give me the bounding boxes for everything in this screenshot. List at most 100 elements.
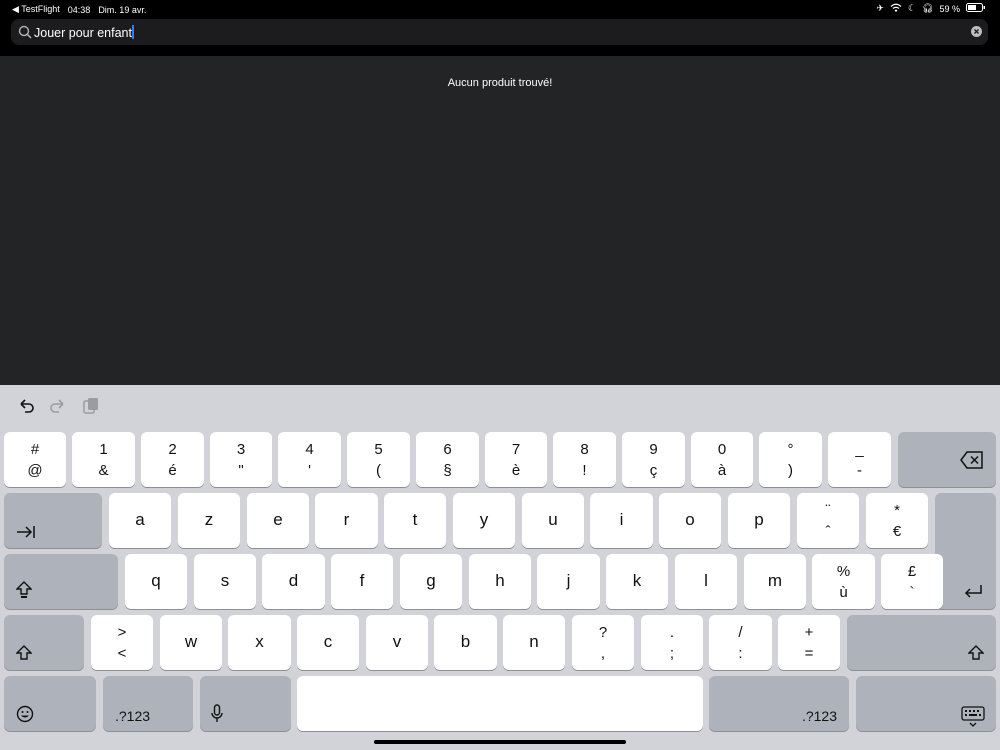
key-label: ? (598, 624, 608, 641)
key-0[interactable]: 0à (691, 432, 753, 487)
dictation-key[interactable] (200, 676, 291, 731)
key-s[interactable]: s (194, 554, 256, 609)
shift-right-key[interactable] (847, 615, 996, 670)
text-caret (132, 25, 134, 39)
delete-button[interactable] (898, 432, 996, 487)
key-n[interactable]: n (503, 615, 565, 670)
caps-lock-key[interactable] (4, 554, 118, 609)
key-r[interactable]: r (315, 493, 378, 548)
emoji-key[interactable] (4, 676, 96, 731)
key-label: x (255, 632, 264, 651)
battery-percent: 59 % (939, 3, 960, 14)
key-m[interactable]: m (744, 554, 806, 609)
key-label: p (754, 510, 764, 529)
key-pound[interactable]: £ ` (881, 554, 943, 609)
redo-icon[interactable] (47, 395, 69, 417)
key-label: l (704, 571, 708, 590)
key-label: / (738, 624, 743, 641)
battery-icon (966, 3, 986, 14)
key-c[interactable]: c (297, 615, 359, 670)
tab-key[interactable] (4, 493, 102, 548)
key-degree[interactable]: °) (759, 432, 822, 487)
key-b[interactable]: b (434, 615, 497, 670)
key-4[interactable]: 4 ' (278, 432, 341, 487)
key-label: s (220, 571, 230, 590)
dismiss-keyboard-key[interactable] (856, 676, 996, 731)
key-underscore[interactable]: _ - (828, 432, 891, 487)
key-i[interactable]: i (590, 493, 653, 548)
key-l[interactable]: l (675, 554, 737, 609)
key-z[interactable]: z (178, 493, 240, 548)
key-label: ¨ (825, 502, 831, 519)
key-label: 5 (374, 441, 383, 458)
paste-icon[interactable] (80, 395, 102, 417)
key-2[interactable]: 2é (141, 432, 204, 487)
key-d[interactable]: d (262, 554, 325, 609)
key-t[interactable]: t (384, 493, 446, 548)
key-plus[interactable]: + = (778, 615, 840, 670)
key-label: % (836, 563, 851, 580)
key-label: £ (907, 563, 917, 580)
key-slash[interactable]: /: (709, 615, 772, 670)
shift-left-key[interactable] (4, 615, 84, 670)
key-question[interactable]: ?, (572, 615, 634, 670)
key-8[interactable]: 8! (553, 432, 616, 487)
key-3[interactable]: 3 " (210, 432, 272, 487)
numbers-left-key[interactable]: .?123 (103, 676, 193, 731)
key-7[interactable]: 7è (485, 432, 547, 487)
key-5[interactable]: 5( (347, 432, 410, 487)
key-period[interactable]: .; (641, 615, 703, 670)
key-label: ç (649, 462, 658, 479)
key-g[interactable]: g (400, 554, 462, 609)
key-o[interactable]: o (659, 493, 721, 548)
key-j[interactable]: j (537, 554, 600, 609)
key-label: ! (582, 462, 587, 479)
key-label: = (804, 645, 814, 662)
key-f[interactable]: f (331, 554, 393, 609)
key-label: & (98, 462, 109, 479)
empty-results-message: Aucun produit trouvé! (447, 77, 553, 89)
key-label: 6 (443, 441, 452, 458)
key-v[interactable]: v (366, 615, 428, 670)
key-asterisk[interactable]: * € (866, 493, 928, 548)
search-input[interactable]: Jouer pour enfant (11, 19, 988, 45)
return-key[interactable] (935, 493, 996, 609)
home-indicator[interactable] (374, 740, 626, 744)
return-icon (964, 585, 982, 598)
key-label: j (566, 571, 571, 590)
key-label: ° (787, 441, 794, 458)
key-k[interactable]: k (606, 554, 668, 609)
space-bar[interactable] (297, 676, 703, 731)
key-9[interactable]: 9ç (622, 432, 685, 487)
key-h[interactable]: h (469, 554, 531, 609)
key-x[interactable]: x (228, 615, 291, 670)
key-label: d (288, 571, 299, 590)
key-p[interactable]: p (728, 493, 790, 548)
key-label: < (117, 645, 127, 662)
key-label: z (204, 510, 214, 529)
key-label: ù (839, 584, 848, 601)
key-dieresis[interactable]: ¨ ˆ (797, 493, 859, 548)
key-1[interactable]: 1 & (72, 432, 135, 487)
key-label: .?123 (115, 708, 151, 724)
key-label: é (168, 462, 177, 479)
status-time: 04:38 (67, 4, 91, 15)
numbers-right-key[interactable]: .?123 (709, 676, 849, 731)
key-w[interactable]: w (160, 615, 222, 670)
key-a[interactable]: a (109, 493, 171, 548)
clear-search-button[interactable] (971, 26, 982, 37)
key-6[interactable]: 6 § (416, 432, 479, 487)
back-to-app-link[interactable]: ◀ TestFlight (12, 4, 60, 15)
key-u[interactable]: u (522, 493, 584, 548)
key-y[interactable]: y (453, 493, 515, 548)
key-e[interactable]: e (247, 493, 309, 548)
key-label: . (669, 624, 675, 641)
key-label: 8 (580, 441, 589, 458)
key-hash[interactable]: # @ (4, 432, 66, 487)
search-icon (18, 25, 32, 39)
key-q[interactable]: q (125, 554, 187, 609)
key-percent[interactable]: % ù (812, 554, 875, 609)
undo-icon[interactable] (15, 395, 37, 417)
key-label: n (529, 632, 539, 651)
key-greater[interactable]: > < (91, 615, 153, 670)
